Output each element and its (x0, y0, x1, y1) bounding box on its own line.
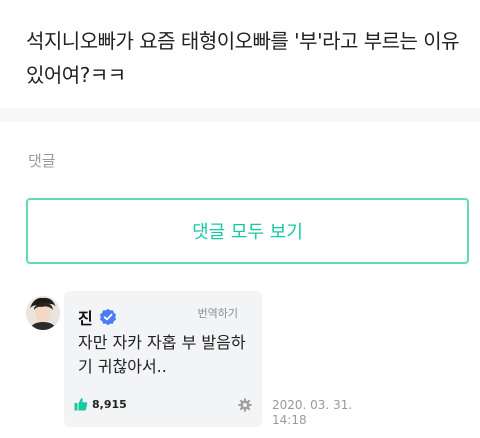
avatar-image (26, 296, 60, 330)
gear-icon[interactable] (238, 397, 252, 412)
view-all-comments-button[interactable]: 댓글 모두 보기 (26, 198, 469, 264)
timestamp-time: 14:18 (272, 413, 307, 427)
translate-link[interactable]: 번역하기 (198, 305, 238, 321)
comment-author-name: 진 (78, 309, 93, 328)
comments-label: 댓글 (28, 152, 56, 170)
post-body: 석지니오빠가 요즘 태형이오빠를 '부'라고 부르는 이유 있어여?ㅋㅋ (0, 0, 480, 108)
comment-timestamp: 2020. 03. 31. 14:18 (272, 398, 352, 428)
like-count: 8,915 (92, 397, 127, 411)
section-divider (0, 108, 480, 122)
comment-bubble: 진 번역하기 자만 자카 자홉 부 발음하기 귀찮아서.. 8,915 (64, 291, 262, 427)
avatar[interactable] (26, 296, 60, 330)
timestamp-date: 2020. 03. 31. (272, 398, 353, 412)
post-text: 석지니오빠가 요즘 태형이오빠를 '부'라고 부르는 이유 있어여?ㅋㅋ (26, 29, 460, 87)
verified-badge-icon (99, 308, 117, 326)
like-button[interactable]: 8,915 (74, 397, 127, 411)
thumbs-up-icon (74, 398, 88, 411)
comment-text: 자만 자카 자홉 부 발음하기 귀찮아서.. (78, 333, 246, 376)
comment-author[interactable]: 진 (78, 305, 117, 329)
